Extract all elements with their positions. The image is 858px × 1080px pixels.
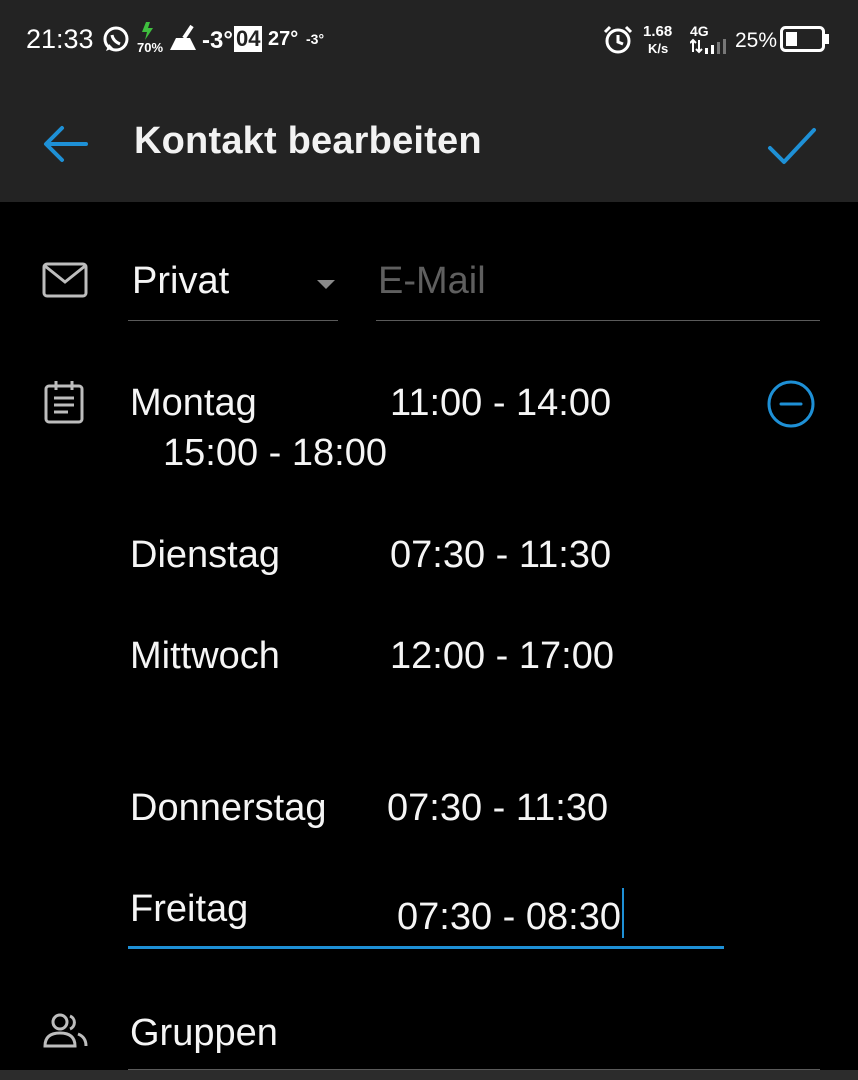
dropdown-arrow-icon <box>316 278 336 296</box>
day-label-wednesday: Mittwoch <box>130 635 280 677</box>
whatsapp-icon <box>100 24 132 61</box>
email-underline <box>376 320 820 321</box>
save-button[interactable] <box>762 118 822 174</box>
back-button[interactable] <box>38 116 94 172</box>
notes-icon <box>44 380 86 429</box>
cleaner-icon <box>168 24 198 57</box>
day-label-thursday: Donnerstag <box>130 787 327 829</box>
checkmark-icon <box>768 128 816 164</box>
battery-icon <box>780 26 830 57</box>
day-label-tuesday: Dienstag <box>130 534 280 576</box>
net-speed-unit: K/s <box>648 41 669 56</box>
text-cursor <box>621 888 624 938</box>
minus-circle-icon <box>767 380 815 428</box>
net-speed-value: 1.68 <box>643 23 673 40</box>
groups-label: Gruppen <box>130 1012 278 1054</box>
groups-icon <box>42 1012 88 1055</box>
email-type-dropdown[interactable]: Privat <box>128 250 338 322</box>
weather-temp-3: -3° <box>306 31 325 47</box>
navigation-bar-edge <box>0 1070 858 1080</box>
email-placeholder: E-Mail <box>378 260 486 302</box>
email-field[interactable]: E-Mail <box>376 250 820 322</box>
day-label-monday: Montag <box>130 382 257 424</box>
groups-field[interactable]: Gruppen <box>128 1000 820 1070</box>
day-label-friday: Freitag <box>130 888 249 930</box>
status-bar: 21:33 70% -3° 04 27° -3° 1.68 K/s 4G 25% <box>0 0 858 82</box>
time-thursday: 07:30 - 11:30 <box>387 787 609 829</box>
email-icon <box>42 262 88 303</box>
time-friday-text: 07:30 - 08:30 <box>397 896 621 938</box>
notes-field[interactable]: Montag 11:00 - 14:00 15:00 - 18:00 Diens… <box>128 370 728 952</box>
email-type-value: Privat <box>132 260 230 302</box>
email-type-underline <box>128 320 338 321</box>
date-badge: 04 <box>234 26 263 52</box>
time-wednesday: 12:00 - 17:00 <box>390 635 614 677</box>
weather-temp-1: -3° <box>202 27 233 54</box>
battery-small-text: 70% <box>137 40 164 55</box>
time-monday: 11:00 - 14:00 <box>390 382 612 424</box>
app-bar: Kontakt bearbeiten <box>0 82 858 202</box>
page-title: Kontakt bearbeiten <box>134 120 482 162</box>
time-friday: 07:30 - 08:30 <box>397 888 624 939</box>
weather-temp-2: 27° <box>268 28 299 50</box>
network-type: 4G <box>690 23 709 39</box>
alarm-icon <box>602 24 634 61</box>
back-arrow-icon <box>44 126 88 162</box>
status-time: 21:33 <box>26 24 94 54</box>
signal-icon <box>689 38 732 59</box>
battery-percent: 25% <box>735 29 778 52</box>
time-monday-extra: 15:00 - 18:00 <box>163 432 387 474</box>
notes-focus-underline <box>128 946 724 949</box>
remove-button[interactable] <box>766 379 816 429</box>
time-tuesday: 07:30 - 11:30 <box>390 534 612 576</box>
